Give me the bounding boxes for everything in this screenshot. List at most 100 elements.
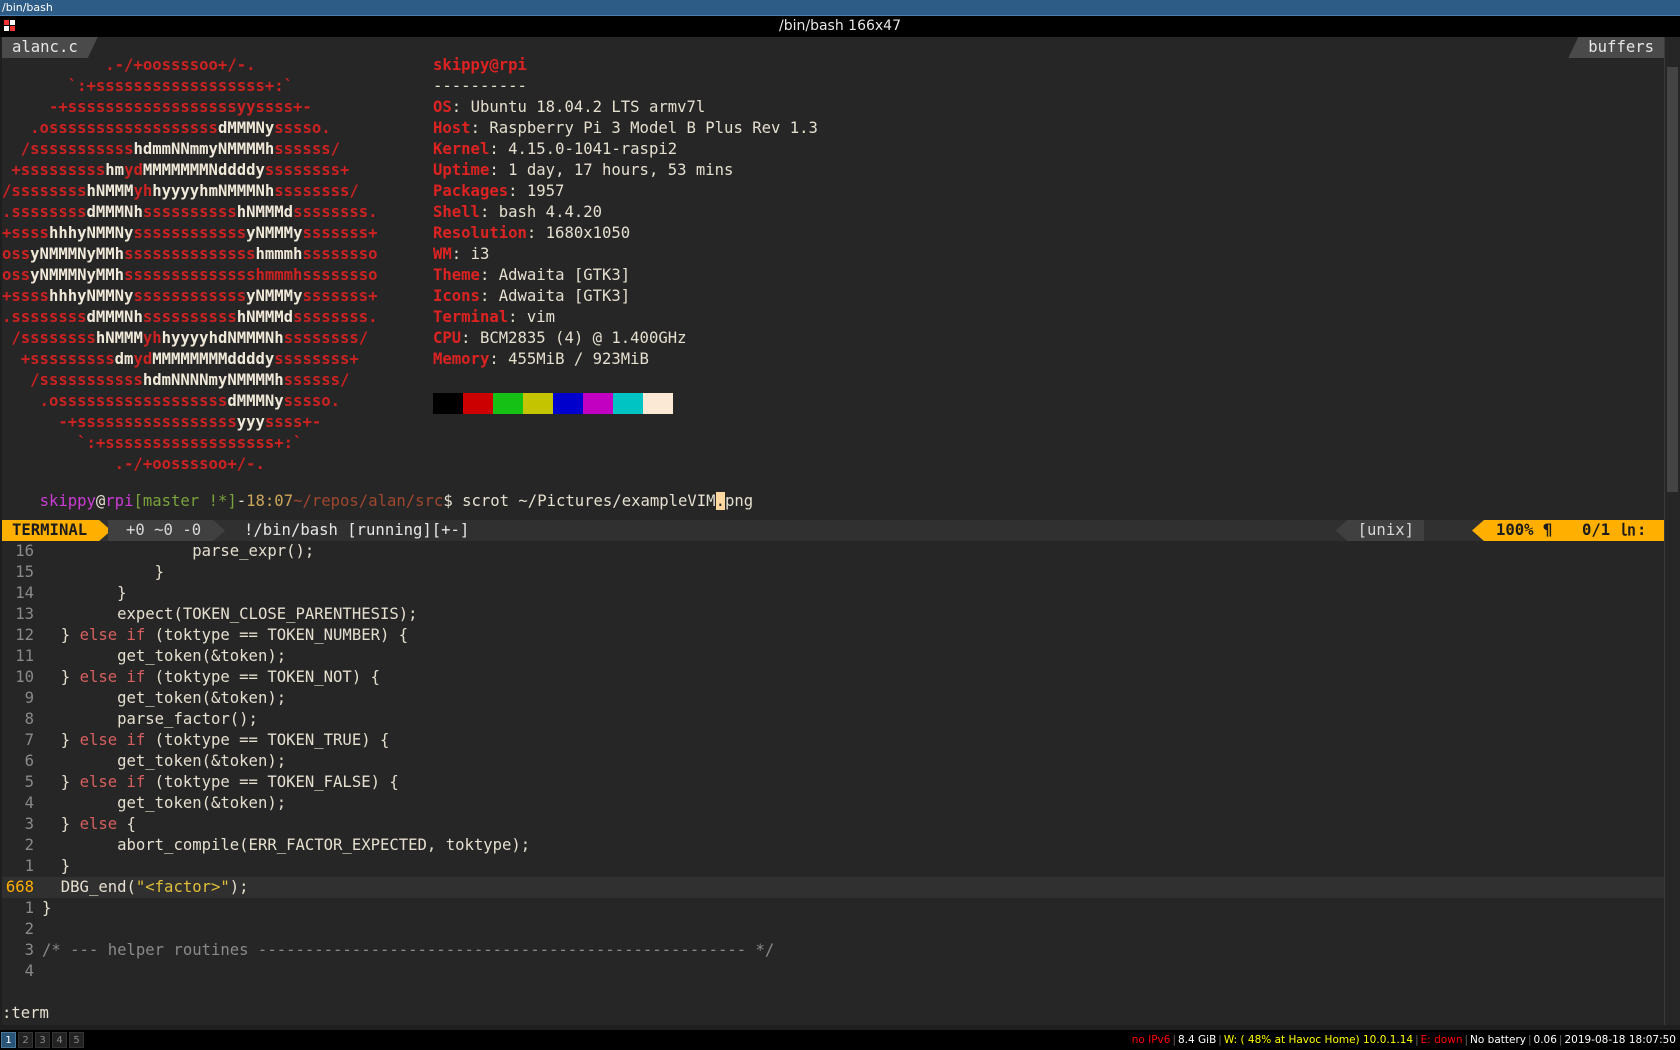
code-text: } [60, 773, 80, 791]
code-line[interactable]: 4 [2, 961, 42, 982]
code-text: abort_compile(ERR_FACTOR_EXPECTED, tokty… [79, 836, 531, 854]
ascii-logo-line: -+ssssssssssssssssssyyssss+- [2, 97, 312, 118]
status-separator: | [1527, 1034, 1532, 1046]
code-line[interactable]: 5 } else if (toktype == TOKEN_FALSE) { [2, 772, 399, 793]
ascii-logo-segment: ssssss/ [283, 371, 350, 389]
ascii-logo-line: /sssssssshNMMMyhhyyyyhmNMMMNhssssssss/ [2, 181, 359, 202]
info-value: Adwaita [GTK3] [498, 287, 631, 305]
info-colon: : [526, 224, 546, 242]
workspace-button-5[interactable]: 5 [69, 1032, 84, 1048]
ascii-logo-segment: -+sssssssssssssssss [2, 413, 237, 431]
code-line[interactable]: 2 [2, 919, 42, 940]
code-text: ); [229, 878, 249, 896]
code-line[interactable]: 1 } [2, 856, 71, 877]
terminal-scrollbar[interactable] [1664, 37, 1680, 1025]
vim-command-line[interactable]: :term [2, 1003, 49, 1024]
info-row-wm: WM: i3 [433, 244, 489, 265]
info-key: Uptime [433, 161, 490, 179]
info-row-icons: Icons: Adwaita [GTK3] [433, 286, 630, 307]
ascii-logo-segment: ssss+- [264, 413, 322, 431]
code-line[interactable]: 7 } else if (toktype == TOKEN_TRUE) { [2, 730, 390, 751]
window-title-bar[interactable]: /bin/bash [0, 0, 1680, 16]
code-line[interactable]: 4 get_token(&token); [2, 793, 287, 814]
prompt-separator: - [236, 492, 247, 510]
info-value: 1680x1050 [545, 224, 631, 242]
code-line[interactable]: 11 get_token(&token); [2, 646, 286, 667]
info-value: Ubuntu 18.04.2 LTS armv7l [470, 98, 706, 116]
ascii-logo-segment: ssssssss+ [264, 161, 350, 179]
tab-buffers[interactable]: buffers [1568, 37, 1664, 58]
info-colon: : [489, 140, 509, 158]
info-colon: : [508, 308, 527, 326]
workspace-button-4[interactable]: 4 [52, 1032, 67, 1048]
palette-swatch [433, 393, 463, 414]
ascii-logo-segment: yd [124, 161, 143, 179]
line-number: 6 [24, 752, 34, 770]
status-item: 0.06 [1533, 1034, 1557, 1046]
ascii-logo-segment: yd [133, 350, 153, 368]
shell-prompt[interactable]: skippy@rpi[master !*]-18:07~/repos/alan/… [2, 470, 753, 510]
code-text: } [60, 815, 80, 833]
string-literal: "<factor>" [135, 878, 230, 896]
info-row-memory: Memory: 455MiB / 923MiB [433, 349, 649, 370]
line-number: 13 [15, 605, 34, 623]
status-separator: | [1558, 1034, 1563, 1046]
info-row-resolution: Resolution: 1680x1050 [433, 223, 630, 244]
info-colon: : [479, 266, 499, 284]
code-line[interactable]: 16 parse_expr(); [2, 541, 314, 562]
vim-statusline: TERMINAL +0 ~0 -0 !/bin/bash [running][+… [2, 520, 1664, 541]
info-key: CPU [433, 329, 462, 347]
code-line[interactable]: 12 } else if (toktype == TOKEN_NUMBER) { [2, 625, 408, 646]
ascii-logo-line: /ssssssssssshdmNNNNmyNMMMMhssssss/ [2, 370, 349, 391]
line-number: 12 [15, 626, 34, 644]
line-number: 16 [15, 542, 34, 560]
info-value: 1 day, 17 hours, 53 mins [508, 161, 734, 179]
code-text: get_token(&token); [79, 689, 287, 707]
ascii-logo-line: `:+ssssssssssssssssss+:` [2, 76, 293, 97]
info-colon: : [470, 119, 490, 137]
code-line[interactable]: 8 parse_factor(); [2, 709, 258, 730]
code-text: DBG_end( [60, 878, 136, 896]
ascii-logo-line: +sssshhhyNMMNyssssssssssssyNMMMysssssss+ [2, 286, 378, 307]
ascii-logo-segment: /ssssssss [2, 329, 96, 347]
terminal-pane[interactable]: alanc.c buffers .-/+oossssoo+/-. `:+ssss… [2, 37, 1664, 1025]
ascii-logo-segment: /sssssssssss [2, 371, 143, 389]
code-line[interactable]: 1} [2, 898, 52, 919]
workspace-button-2[interactable]: 2 [18, 1032, 33, 1048]
ascii-logo-segment: /sssssssssss [2, 140, 134, 158]
workspace-button-3[interactable]: 3 [35, 1032, 50, 1048]
info-colon: : [489, 350, 509, 368]
code-line[interactable]: 2 abort_compile(ERR_FACTOR_EXPECTED, tok… [2, 835, 531, 856]
code-line[interactable]: 13 expect(TOKEN_CLOSE_PARENTHESIS); [2, 604, 417, 625]
ascii-logo-segment: sssso. [274, 119, 331, 137]
code-line[interactable]: 10 } else if (toktype == TOKEN_NOT) { [2, 667, 380, 688]
code-line[interactable]: 3 } else { [2, 814, 136, 835]
prompt-time: 18:07 [246, 492, 294, 510]
code-line[interactable]: 6 get_token(&token); [2, 751, 287, 772]
terminal-app-icon [4, 20, 16, 32]
status-item: E: down [1420, 1034, 1463, 1046]
code-line[interactable]: 15 } [2, 562, 164, 583]
scrollbar-thumb[interactable] [1667, 67, 1678, 492]
ascii-logo-segment: hhhyNMMNy [48, 224, 134, 242]
ascii-logo-line: /sssssssshNMMMyhhyyyyhdNMMMNhssssssss/ [2, 328, 368, 349]
code-line[interactable]: 3 /* --- helper routines ----------------… [2, 940, 775, 961]
ascii-logo-segment: yh [142, 329, 162, 347]
current-code-line[interactable]: 668 DBG_end("<factor>"); [2, 877, 1664, 898]
info-key: WM [433, 245, 452, 263]
status-item: No battery [1470, 1034, 1526, 1046]
workspace-button-1[interactable]: 1 [1, 1032, 16, 1048]
keyword: else if [79, 626, 146, 644]
info-value: 455MiB / 923MiB [508, 350, 649, 368]
code-text: } [42, 899, 52, 917]
ascii-logo-segment: ssssssss/ [283, 329, 369, 347]
info-key: Terminal [433, 308, 509, 326]
code-line[interactable]: 14 } [2, 583, 126, 604]
code-line[interactable]: 9 get_token(&token); [2, 688, 287, 709]
